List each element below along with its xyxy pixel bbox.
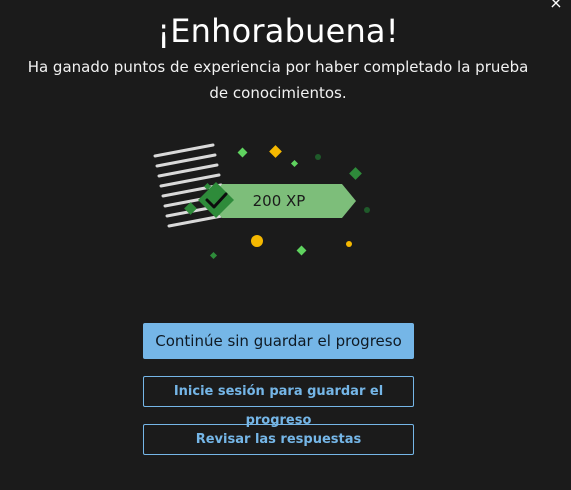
congratulations-dialog: × ¡Enhorabuena! Ha ganado puntos de expe… bbox=[0, 0, 571, 490]
sign-in-to-save-button[interactable]: Inicie sesión para guardar el progreso bbox=[143, 376, 414, 428]
xp-amount-label: 200 XP bbox=[253, 192, 306, 210]
close-icon[interactable]: × bbox=[547, 0, 565, 12]
xp-badge: 200 XP bbox=[198, 182, 356, 218]
review-answers-button[interactable]: Revisar las respuestas bbox=[143, 424, 414, 455]
xp-reward-illustration: 200 XP bbox=[153, 143, 370, 260]
dialog-title: ¡Enhorabuena! bbox=[157, 12, 399, 50]
dialog-subtitle: Ha ganado puntos de experiencia por habe… bbox=[27, 58, 529, 102]
continue-without-saving-button[interactable]: Continúe sin guardar el progreso bbox=[143, 323, 414, 359]
